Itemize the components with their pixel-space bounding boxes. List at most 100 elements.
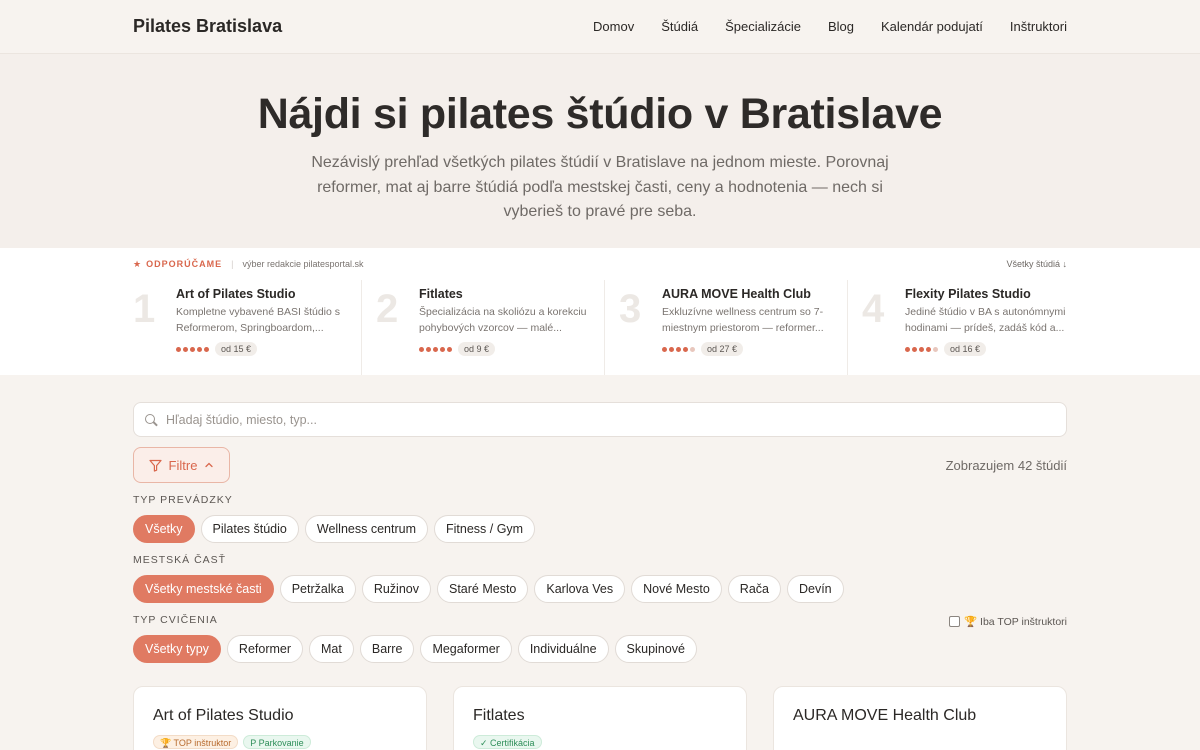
studio-name: AURA MOVE Health Club [662, 287, 811, 301]
exercise-chip[interactable]: Mat [309, 635, 354, 663]
filters-button[interactable]: Filtre [133, 447, 230, 483]
rating-dot [447, 346, 452, 352]
recommended-item[interactable]: 3 AURA MOVE Health Club Exkluzívne wellnes… [605, 280, 848, 375]
top-instructors-toggle[interactable]: 🏆 Iba TOP inštruktori [949, 615, 1067, 628]
rating-dot [426, 346, 431, 352]
studio-card-title[interactable]: AURA MOVE Health Club [793, 707, 1047, 725]
studio-name: Fitlates [419, 287, 463, 301]
recommended-item[interactable]: 1 Art of Pilates Studio Kompletne vybavené… [133, 280, 362, 375]
district-chip[interactable]: Karlova Ves [534, 575, 626, 603]
parking-badge: P Parkovanie [243, 735, 311, 749]
divider: | [231, 259, 234, 269]
rank-number: 2 [376, 287, 399, 331]
rating-dots [176, 346, 209, 352]
site-logo[interactable]: Pilates Bratislava [133, 16, 282, 37]
studio-cards: Art of Pilates Studio 🏆 TOP inštruktor P P… [133, 686, 1067, 750]
type-chip[interactable]: Všetky [133, 515, 195, 543]
rating-dot [683, 346, 688, 352]
hero-title: Nájdi si pilates štúdio v Bratislave [257, 90, 943, 138]
studio-card[interactable]: Fitlates ✓ Certifikácia [453, 686, 747, 750]
exercise-chips: Všetky typy Reformer Mat Barre Megaformer Ind… [133, 635, 1067, 663]
nav-studios[interactable]: Štúdiá [661, 19, 698, 34]
price-badge: od 27 € [701, 342, 744, 356]
top-instructor-badge: 🏆 TOP inštruktor [153, 735, 239, 749]
studio-name: Flexity Pilates Studio [905, 287, 1031, 301]
rating-dot [433, 346, 438, 352]
star-icon: ★ [133, 258, 142, 269]
nav-events[interactable]: Kalendár podujatí [881, 19, 983, 34]
nav-instructors[interactable]: Inštruktori [1010, 19, 1067, 34]
studio-description: Špecializácia na skoliózu a korekciu poh… [419, 306, 587, 334]
filter-row: Filtre Zobrazujem 42 štúdií [133, 447, 1067, 483]
type-label: TYP PREVÁDZKY [133, 494, 233, 506]
district-chip[interactable]: Petržalka [279, 575, 356, 603]
price-badge: od 9 € [458, 342, 496, 356]
rating-dots [662, 346, 695, 352]
main-content: Filtre Zobrazujem 42 štúdií TYP PREVÁDZK… [0, 375, 1200, 750]
recommended-label: ODPORÚČAME [146, 259, 223, 269]
district-chip[interactable]: Všetky mestské časti [133, 575, 274, 603]
district-chip[interactable]: Nové Mesto [631, 575, 722, 603]
rating-dot [440, 346, 445, 352]
rating-dot [912, 346, 917, 352]
exercise-chip[interactable]: Megaformer [420, 635, 512, 663]
rating-dots [905, 346, 938, 352]
nav-blog[interactable]: Blog [828, 19, 854, 34]
rating-dot [676, 346, 681, 352]
district-chip[interactable]: Rača [727, 575, 781, 603]
studio-card[interactable]: AURA MOVE Health Club [773, 686, 1067, 750]
rating-dot [690, 346, 695, 352]
type-chip[interactable]: Wellness centrum [304, 515, 428, 543]
rating-dot [662, 346, 667, 352]
site-header: Pilates Bratislava Domov Štúdiá Špeciali… [0, 0, 1200, 54]
nav-specializations[interactable]: Špecializácie [725, 19, 801, 34]
top-instructors-label: 🏆 Iba TOP inštruktori [964, 615, 1067, 628]
rank-number: 4 [862, 287, 885, 331]
rating-dot [669, 346, 674, 352]
funnel-icon [148, 459, 162, 472]
search-input[interactable] [166, 412, 1056, 427]
rating-dot [933, 346, 938, 352]
studio-card-title[interactable]: Art of Pilates Studio [153, 707, 407, 725]
recommended-strip: ★ ODPORÚČAME | výber redakcie pilatespor… [0, 248, 1200, 375]
studio-meta: od 16 € [905, 342, 1090, 356]
recommended-list: 1 Art of Pilates Studio Kompletne vybavené… [133, 280, 1067, 375]
district-chip[interactable]: Staré Mesto [436, 575, 529, 603]
rank-number: 1 [133, 287, 156, 331]
rating-dot [183, 346, 188, 352]
exercise-chip[interactable]: Skupinové [614, 635, 697, 663]
district-label: MESTSKÁ ČASŤ [133, 554, 227, 566]
price-badge: od 16 € [944, 342, 987, 356]
type-chip[interactable]: Fitness / Gym [433, 515, 536, 543]
studio-name: Art of Pilates Studio [176, 287, 296, 301]
studio-description: Jediné štúdio v BA s autonómnymi hodinam… [905, 306, 1066, 334]
rating-dot [419, 346, 424, 352]
district-chip[interactable]: Ružinov [361, 575, 431, 603]
exercise-chip[interactable]: Reformer [226, 635, 304, 663]
hero-subtitle: Nezávislý prehľad všetkých pilates štúdi… [311, 154, 889, 220]
recommended-item[interactable]: 4 Flexity Pilates Studio Jediné štúdio v B… [848, 280, 1090, 375]
exercise-chip[interactable]: Individuálne [517, 635, 609, 663]
rating-dot [190, 346, 195, 352]
district-chip[interactable]: Devín [786, 575, 844, 603]
all-studios-link[interactable]: Všetky štúdiá ↓ [1006, 259, 1067, 269]
studio-description: Kompletne vybavené BASI štúdio s Reforme… [176, 306, 341, 334]
price-badge: od 15 € [215, 342, 258, 356]
certification-badge: ✓ Certifikácia [473, 735, 542, 749]
recommended-item-body: Flexity Pilates Studio Jediné štúdio v BA… [905, 286, 1090, 375]
studio-card-title[interactable]: Fitlates [473, 707, 727, 725]
search-bar[interactable] [133, 402, 1067, 437]
studio-card[interactable]: Art of Pilates Studio 🏆 TOP inštruktor P P… [133, 686, 427, 750]
rating-dot [197, 346, 202, 352]
recommended-item[interactable]: 2 Fitlates Špecializácia na skoliózu a kor… [362, 280, 605, 375]
exercise-chip[interactable]: Barre [359, 635, 415, 663]
nav-home[interactable]: Domov [593, 19, 634, 34]
checkbox[interactable] [949, 615, 961, 627]
hero: Nájdi si pilates štúdio v Bratislave Nez… [0, 54, 1200, 248]
type-chip[interactable]: Pilates štúdio [200, 515, 299, 543]
district-chips: Všetky mestské časti Petržalka Ružinov Star… [133, 575, 1067, 603]
studio-meta: od 27 € [662, 342, 847, 356]
search-icon [144, 413, 158, 427]
exercise-chip[interactable]: Všetky typy [133, 635, 221, 663]
type-chips: Všetky Pilates štúdio Wellness centrum Fitn… [133, 515, 1067, 543]
